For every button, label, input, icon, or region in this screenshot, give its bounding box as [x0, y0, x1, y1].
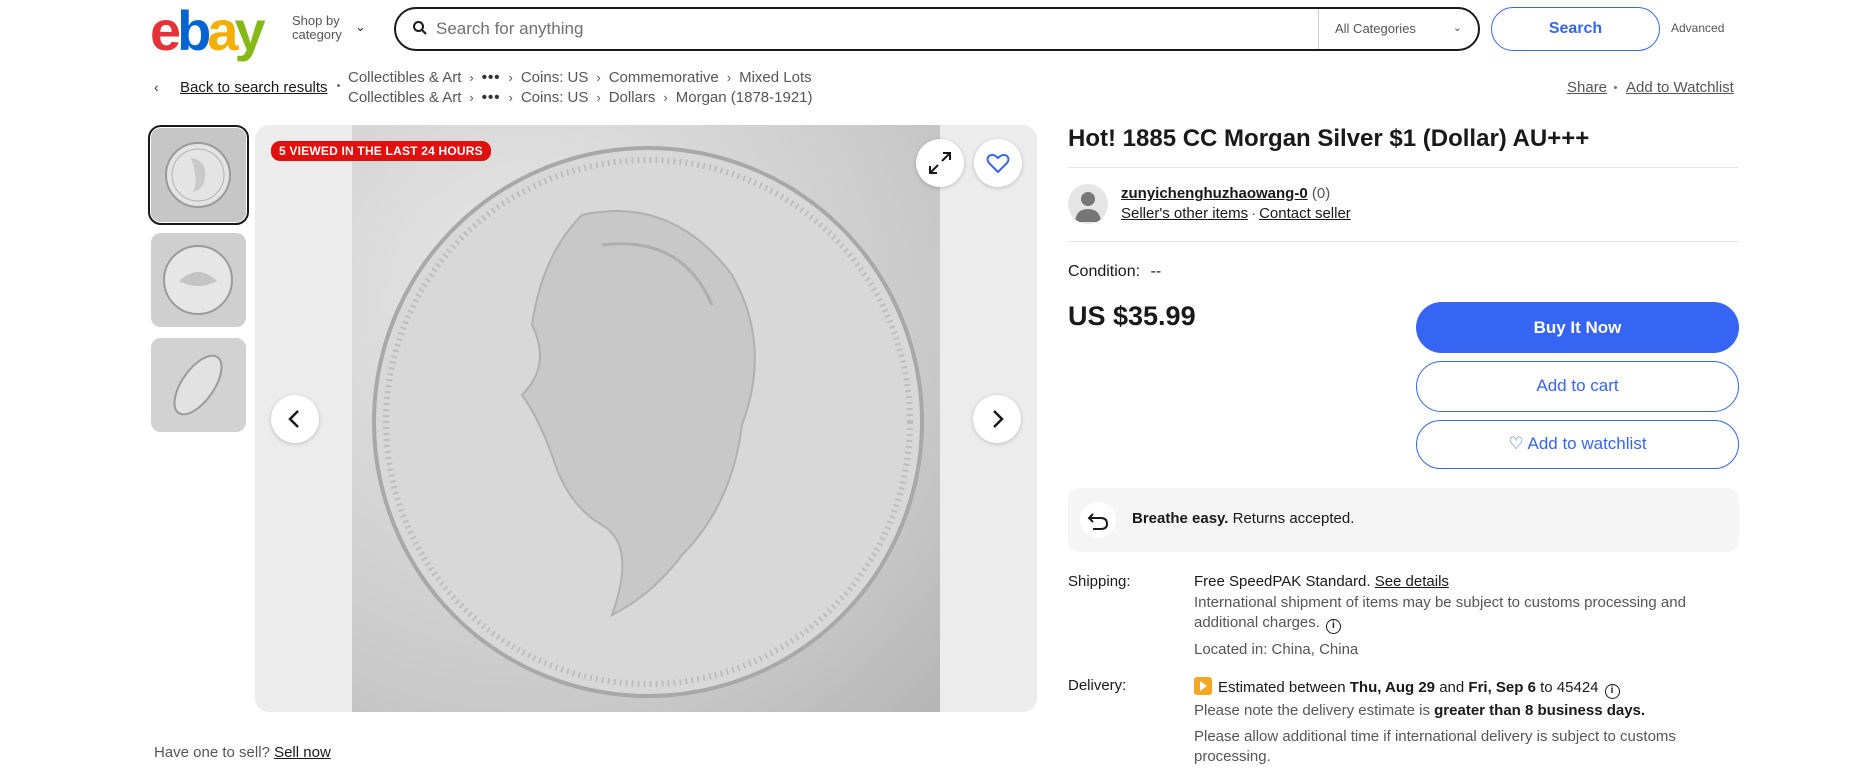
divider [1068, 241, 1739, 242]
sell-prompt: Have one to sell? Sell now [154, 744, 331, 761]
condition-row: Condition: -- [1068, 263, 1161, 281]
expand-image-button[interactable] [916, 139, 964, 187]
thumbnail-coin-obverse[interactable] [148, 125, 249, 225]
breadcrumb-item[interactable]: Collectibles & Art [348, 69, 461, 86]
breadcrumb-item[interactable]: Morgan (1878-1921) [676, 89, 813, 106]
see-details-link[interactable]: See details [1375, 573, 1449, 590]
share-link[interactable]: Share [1567, 79, 1607, 96]
back-to-search-results-link[interactable]: Back to search results [180, 79, 328, 96]
ebay-logo[interactable]: ebay [150, 3, 266, 59]
sell-now-link[interactable]: Sell now [274, 744, 331, 761]
breadcrumb-more-button[interactable]: ••• [482, 89, 501, 106]
search-icon [413, 21, 427, 35]
main-product-image[interactable] [352, 125, 940, 712]
condition-value: -- [1150, 263, 1162, 280]
chevron-down-icon: ⌄ [1452, 22, 1462, 34]
delivery-estimate: Estimated between Thu, Aug 29 and Fri, S… [1194, 677, 1620, 699]
expand-icon [929, 152, 951, 174]
chevron-left-icon: ‹ [154, 79, 159, 95]
condition-label: Condition: [1068, 263, 1141, 280]
search-input[interactable] [436, 17, 1296, 41]
delivery-customs-note: processing. [1194, 748, 1271, 765]
breadcrumb-item[interactable]: Dollars [609, 89, 656, 106]
info-icon[interactable]: i [1604, 684, 1620, 699]
chevron-right-icon: › [469, 70, 474, 85]
advanced-search-link[interactable]: Advanced [1671, 21, 1724, 35]
search-bar: All Categories ⌄ [394, 7, 1480, 51]
user-icon [1075, 192, 1101, 222]
next-image-button[interactable] [973, 395, 1021, 443]
add-to-watchlist-button[interactable]: ♡ Add to watchlist [1416, 420, 1739, 469]
viewed-badge: 5 VIEWED IN THE LAST 24 HOURS [271, 141, 491, 161]
info-icon[interactable]: i [1325, 619, 1341, 634]
breadcrumb-more-button[interactable]: ••• [482, 69, 501, 86]
chevron-right-icon: › [508, 70, 513, 85]
watch-heart-button[interactable] [974, 139, 1022, 187]
chevron-right-icon: › [469, 90, 474, 105]
previous-image-button[interactable] [271, 395, 319, 443]
chevron-down-icon: ⌄ [355, 19, 366, 34]
shop-by-category-button[interactable]: Shop by category ⌄ [292, 14, 366, 42]
international-shipment-note: additional charges. i [1194, 614, 1341, 634]
chevron-right-icon: › [596, 70, 601, 85]
heart-icon [986, 153, 1010, 174]
listing-title: Hot! 1885 CC Morgan Silver $1 (Dollar) A… [1068, 125, 1590, 152]
add-to-cart-button[interactable]: Add to cart [1416, 361, 1739, 412]
seller-other-items-link[interactable]: Seller's other items [1121, 205, 1248, 222]
item-location: Located in: China, China [1194, 641, 1359, 658]
divider-dot [337, 84, 340, 87]
delivery-label: Delivery: [1068, 677, 1127, 694]
coin-thumbnail-image [151, 338, 246, 432]
delivery-customs-note: Please allow additional time if internat… [1194, 728, 1676, 745]
delivery-note: Please note the delivery estimate is gre… [1194, 702, 1646, 719]
international-shipment-note: International shipment of items may be s… [1194, 594, 1686, 611]
header: ebay Shop by category ⌄ All Categories ⌄… [0, 0, 1869, 60]
chevron-right-icon: › [663, 90, 668, 105]
category-select[interactable]: All Categories ⌄ [1318, 9, 1480, 49]
search-button[interactable]: Search [1491, 7, 1660, 51]
breadcrumb-row-2: Collectibles & Art › ••• › Coins: US › Doll… [348, 89, 819, 106]
chevron-right-icon: › [596, 90, 601, 105]
item-price: US $35.99 [1068, 301, 1196, 331]
chevron-right-icon [993, 410, 1004, 428]
chevron-left-icon [288, 410, 299, 428]
returns-text: Breathe easy. Returns accepted. [1132, 510, 1355, 527]
image-gallery: 5 VIEWED IN THE LAST 24 HOURS [255, 125, 1037, 712]
coin-image [372, 146, 924, 698]
chevron-right-icon: › [508, 90, 513, 105]
seller-feedback-score: (0) [1311, 185, 1331, 202]
add-to-watchlist-link[interactable]: Add to Watchlist [1626, 79, 1734, 96]
thumbnail-coin-edge[interactable] [151, 338, 246, 432]
seller-avatar[interactable] [1068, 184, 1108, 224]
breadcrumb-item[interactable]: Commemorative [609, 69, 719, 86]
divider [1068, 167, 1739, 168]
returns-banner: Breathe easy. Returns accepted. [1068, 488, 1739, 552]
coin-thumbnail-image [151, 128, 246, 222]
divider-dot [1614, 86, 1617, 89]
contact-seller-link[interactable]: Contact seller [1259, 205, 1351, 222]
breadcrumb-item[interactable]: Coins: US [521, 89, 589, 106]
shipping-label: Shipping: [1068, 573, 1131, 590]
breadcrumb-item[interactable]: Collectibles & Art [348, 89, 461, 106]
seller-links: Seller's other items · Contact seller [1121, 205, 1351, 222]
heart-icon: ♡ [1508, 434, 1524, 453]
seller-name-link[interactable]: zunyichenghuzhaowang-0 [1121, 185, 1308, 202]
return-arrow-icon [1080, 502, 1116, 538]
coin-thumbnail-image [151, 233, 246, 327]
breadcrumb-item[interactable]: Coins: US [521, 69, 589, 86]
breadcrumb-row-1: Collectibles & Art › ••• › Coins: US › Comm… [348, 69, 818, 86]
chevron-right-icon: › [726, 70, 732, 85]
thumbnail-coin-reverse[interactable] [151, 233, 246, 327]
speedpak-icon [1194, 677, 1212, 695]
breadcrumb-item[interactable]: Mixed Lots [739, 69, 812, 86]
shipping-method: Free SpeedPAK Standard. See details [1194, 573, 1449, 590]
seller-info: zunyichenghuzhaowang-0 (0) [1121, 185, 1330, 202]
buy-it-now-button[interactable]: Buy It Now [1416, 302, 1739, 353]
